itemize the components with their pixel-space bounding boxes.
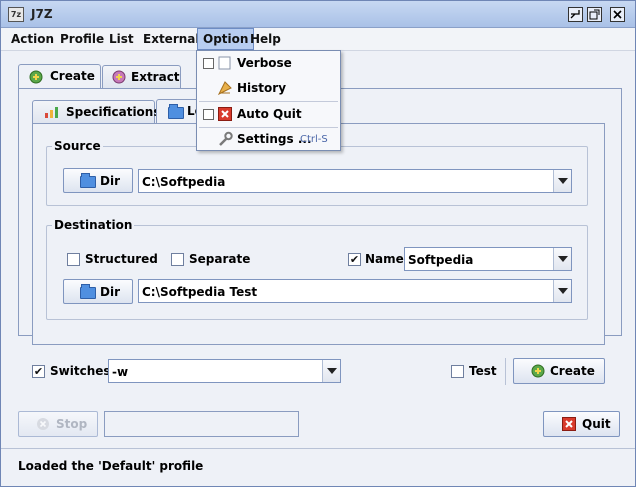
option-menu-dropdown: Verbose History Auto Quit Settings ... C… xyxy=(196,50,341,151)
menu-help[interactable]: Help xyxy=(245,28,286,50)
window-title: J7Z xyxy=(31,7,53,21)
source-path-value: C:\Softpedia xyxy=(142,175,226,189)
wrench-icon xyxy=(217,131,233,150)
tab-create[interactable]: Create xyxy=(18,64,101,89)
maximize-icon xyxy=(589,9,600,20)
extract-icon xyxy=(111,69,127,88)
separate-label: Separate xyxy=(189,252,251,266)
history-icon xyxy=(217,80,233,99)
tab-label: Extract xyxy=(131,70,180,84)
verbose-icon xyxy=(218,56,231,73)
menu-action[interactable]: Action xyxy=(6,28,59,50)
switches-checkbox[interactable]: ✔ xyxy=(32,365,45,378)
name-value: Softpedia xyxy=(408,253,474,267)
chevron-down-icon[interactable] xyxy=(553,280,571,302)
tab-specifications[interactable]: Specifications xyxy=(32,100,160,124)
quit-button[interactable]: Quit xyxy=(543,411,620,437)
name-label: Name xyxy=(365,252,404,266)
bar-chart-icon xyxy=(44,106,60,122)
source-path-combo[interactable]: C:\Softpedia xyxy=(138,169,572,193)
create-button[interactable]: Create xyxy=(513,358,605,384)
title-bar[interactable]: 7z J7Z xyxy=(1,1,635,28)
chevron-down-icon[interactable] xyxy=(553,248,571,270)
tab-extract[interactable]: Extract xyxy=(102,65,181,89)
minimize-icon xyxy=(570,10,580,19)
switches-value: -w xyxy=(112,365,129,379)
stop-icon xyxy=(36,417,50,434)
switches-label: Switches xyxy=(50,364,111,378)
name-combo[interactable]: Softpedia xyxy=(404,247,572,271)
destination-path-value: C:\Softpedia Test xyxy=(142,285,258,299)
close-button[interactable] xyxy=(610,7,625,22)
destination-title: Destination xyxy=(52,218,135,232)
name-checkbox[interactable]: ✔ xyxy=(348,253,361,266)
button-label: Create xyxy=(550,364,595,378)
folder-icon xyxy=(80,284,96,299)
create-icon xyxy=(28,69,44,88)
menu-list[interactable]: List xyxy=(104,28,139,50)
structured-label: Structured xyxy=(85,252,158,266)
create-icon xyxy=(530,363,546,382)
button-label: Quit xyxy=(582,417,611,431)
test-label: Test xyxy=(469,364,497,378)
progress-field xyxy=(104,411,299,437)
tab-label: Specifications xyxy=(66,105,161,119)
separate-checkbox[interactable] xyxy=(171,253,184,266)
source-title: Source xyxy=(52,139,103,153)
menu-item-label: Auto Quit xyxy=(237,107,302,121)
checkbox-empty-icon xyxy=(203,109,214,120)
menu-item-label: History xyxy=(237,81,287,95)
menu-profile[interactable]: Profile xyxy=(55,28,109,50)
button-label: Dir xyxy=(100,285,120,299)
button-label: Stop xyxy=(56,417,88,431)
destination-dir-button[interactable]: Dir xyxy=(63,279,133,304)
switches-combo[interactable]: -w xyxy=(108,359,341,383)
chevron-down-icon[interactable] xyxy=(553,170,571,192)
menu-item-label: Verbose xyxy=(237,56,292,70)
chevron-down-icon[interactable] xyxy=(322,360,340,382)
shortcut-label: Ctrl-S xyxy=(300,134,328,145)
divider xyxy=(505,358,506,385)
auto-quit-icon xyxy=(218,107,232,124)
close-icon xyxy=(613,10,622,19)
folder-icon xyxy=(80,173,96,188)
app-icon: 7z xyxy=(8,7,24,22)
close-icon xyxy=(562,417,576,434)
tab-locations[interactable]: Lo xyxy=(156,99,203,124)
destination-path-combo[interactable]: C:\Softpedia Test xyxy=(138,279,572,303)
checkbox-empty-icon xyxy=(203,58,214,69)
menu-item-auto-quit[interactable]: Auto Quit xyxy=(197,102,340,127)
menu-item-settings[interactable]: Settings ... Ctrl-S xyxy=(197,127,340,152)
source-dir-button[interactable]: Dir xyxy=(63,168,133,193)
menu-item-verbose[interactable]: Verbose xyxy=(197,51,340,76)
structured-checkbox[interactable] xyxy=(67,253,80,266)
menu-item-history[interactable]: History xyxy=(197,76,340,101)
menu-external[interactable]: External xyxy=(138,28,204,50)
destination-group xyxy=(46,225,588,320)
minimize-button[interactable] xyxy=(568,7,583,22)
menu-bar: Action Profile List External Option Help xyxy=(1,28,635,51)
maximize-button[interactable] xyxy=(587,7,602,22)
test-checkbox[interactable] xyxy=(451,365,464,378)
button-label: Dir xyxy=(100,174,120,188)
tab-label: Create xyxy=(50,69,95,83)
folder-icon xyxy=(168,104,184,119)
status-text: Loaded the 'Default' profile xyxy=(18,459,204,473)
stop-button[interactable]: Stop xyxy=(18,411,98,437)
status-bar: Loaded the 'Default' profile xyxy=(1,448,635,486)
main-window: 7z J7Z Action Profile List External Opti… xyxy=(0,0,636,487)
